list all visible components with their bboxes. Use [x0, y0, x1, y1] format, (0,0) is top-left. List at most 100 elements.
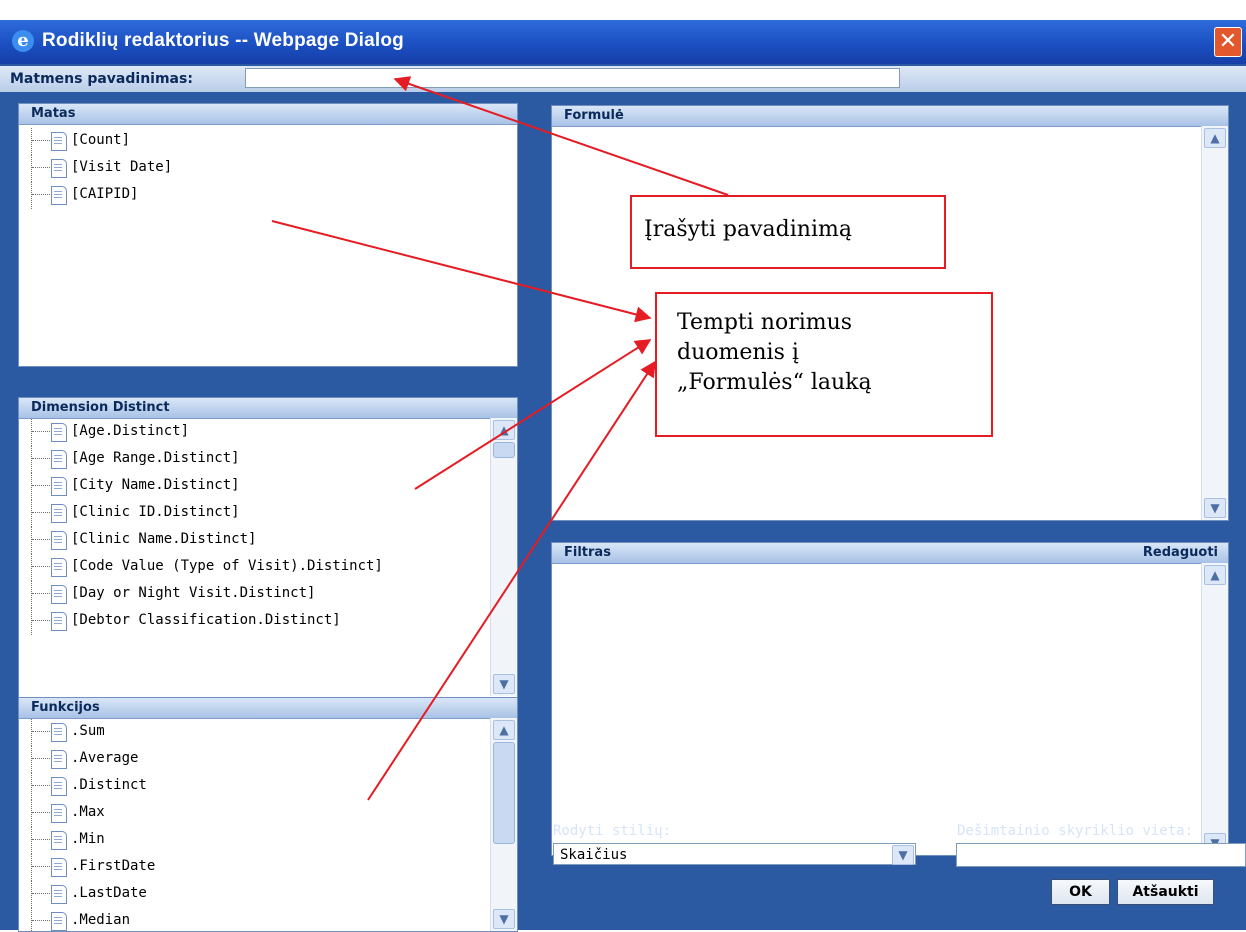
list-item-label: [Age.Distinct] [71, 423, 190, 439]
tree-connector [31, 500, 52, 527]
list-item[interactable]: [CAIPID] [31, 182, 487, 209]
document-icon [51, 612, 67, 631]
callout-drag-line2: duomenis į [677, 340, 799, 365]
list-item-label: .LastDate [71, 885, 147, 901]
ok-button[interactable]: OK [1051, 879, 1110, 905]
funkcijos-title: Funkcijos [31, 700, 100, 715]
style-select[interactable]: Skaičius ▼ [553, 843, 916, 865]
document-icon [51, 585, 67, 604]
list-item-label: [Visit Date] [71, 159, 173, 175]
name-input[interactable] [245, 68, 900, 88]
funkcijos-panel-header: Funkcijos [19, 698, 517, 719]
list-item[interactable]: [Age.Distinct] [31, 419, 487, 446]
tree-connector [31, 800, 52, 827]
chevron-down-icon[interactable]: ▼ [892, 845, 914, 865]
list-item-label: [CAIPID] [71, 186, 139, 202]
edit-filter-link[interactable]: Redaguoti [1143, 545, 1218, 561]
scroll-down-icon[interactable]: ▼ [1204, 498, 1226, 518]
tree-connector [31, 473, 52, 500]
tree-connector [31, 581, 52, 608]
matas-title: Matas [31, 106, 76, 121]
tree-connector [31, 908, 52, 931]
formule-vertical-scrollbar[interactable]: ▲ ▼ [1201, 126, 1228, 520]
list-item-label: .Median [71, 912, 131, 928]
list-item[interactable]: [Code Value (Type of Visit).Distinct] [31, 554, 487, 581]
list-item-label: [Clinic Name.Distinct] [71, 531, 257, 547]
document-icon [51, 858, 67, 877]
list-item-label: [Code Value (Type of Visit).Distinct] [71, 558, 383, 574]
close-button[interactable]: ✕ [1214, 27, 1242, 57]
decimal-input[interactable] [956, 843, 1246, 867]
list-item[interactable]: [Age Range.Distinct] [31, 446, 487, 473]
tree-connector [31, 827, 52, 854]
list-item[interactable]: [City Name.Distinct] [31, 473, 487, 500]
filter-textarea[interactable] [552, 564, 1202, 855]
tree-connector [31, 446, 52, 473]
list-item[interactable]: .Average [31, 746, 487, 773]
document-icon [51, 831, 67, 850]
tree-connector [31, 554, 52, 581]
scroll-up-icon[interactable]: ▲ [1204, 128, 1226, 148]
tree-connector [31, 155, 52, 182]
funkcijos-tree: .Sum .Average .Distinct .Max .Min .First… [31, 719, 487, 931]
callout-enter-name: Įrašyti pavadinimą [630, 195, 946, 269]
close-icon: ✕ [1218, 29, 1238, 54]
decimal-label: Dešimtainio skyriklio vieta: [957, 823, 1194, 839]
filtras-vertical-scrollbar[interactable]: ▲ ▼ [1201, 563, 1228, 855]
funkcijos-panel: Funkcijos .Sum .Average .Distinct .Max .… [18, 697, 518, 932]
tree-connector [31, 608, 52, 635]
dimension-vertical-scrollbar[interactable]: ▲ ▼ [490, 418, 517, 696]
list-item[interactable]: .FirstDate [31, 854, 487, 881]
filtras-title: Filtras [564, 545, 611, 560]
rodikliu-redaktorius-dialog: e Rodiklių redaktorius -- Webpage Dialog… [0, 0, 1246, 932]
style-label: Rodyti stilių: [553, 823, 672, 839]
list-item[interactable]: .Distinct [31, 773, 487, 800]
callout-enter-name-text: Įrašyti pavadinimą [644, 217, 852, 242]
list-item[interactable]: [Visit Date] [31, 155, 487, 182]
scroll-up-icon[interactable]: ▲ [493, 720, 515, 740]
scroll-down-icon[interactable]: ▼ [493, 909, 515, 929]
document-icon [51, 159, 67, 178]
document-icon [51, 804, 67, 823]
list-item[interactable]: .Max [31, 800, 487, 827]
cancel-button[interactable]: Atšaukti [1117, 879, 1214, 905]
list-item-label: [Count] [71, 132, 131, 148]
document-icon [51, 531, 67, 550]
list-item[interactable]: .LastDate [31, 881, 487, 908]
tree-connector [31, 773, 52, 800]
list-item[interactable]: .Min [31, 827, 487, 854]
list-item-label: .Average [71, 750, 139, 766]
title-bar[interactable]: e Rodiklių redaktorius -- Webpage Dialog… [0, 20, 1246, 64]
document-icon [51, 186, 67, 205]
scroll-up-icon[interactable]: ▲ [1204, 565, 1226, 585]
scroll-down-icon[interactable]: ▼ [493, 674, 515, 694]
list-item[interactable]: [Count] [31, 128, 487, 155]
list-item-label: [City Name.Distinct] [71, 477, 240, 493]
matas-panel-header: Matas [19, 104, 517, 125]
style-select-value: Skaičius [560, 847, 628, 863]
list-item-label: .Sum [71, 723, 105, 739]
dialog-body: Matmens pavadinimas: Matas [Count] [Visi… [0, 64, 1246, 932]
list-item[interactable]: .Sum [31, 719, 487, 746]
document-icon [51, 504, 67, 523]
scroll-thumb[interactable] [493, 442, 515, 458]
list-item-label: [Clinic ID.Distinct] [71, 504, 240, 520]
list-item[interactable]: [Debtor Classification.Distinct] [31, 608, 487, 635]
ie-icon: e [12, 30, 34, 52]
tree-connector [31, 881, 52, 908]
document-icon [51, 912, 67, 931]
dialog-title: Rodiklių redaktorius -- Webpage Dialog [42, 30, 404, 51]
scroll-thumb[interactable] [493, 742, 515, 844]
tree-connector [31, 182, 52, 209]
document-icon [51, 885, 67, 904]
tree-connector [31, 746, 52, 773]
scroll-up-icon[interactable]: ▲ [493, 420, 515, 440]
document-icon [51, 450, 67, 469]
dimension-title: Dimension Distinct [31, 400, 170, 415]
list-item[interactable]: [Clinic ID.Distinct] [31, 500, 487, 527]
matas-panel: Matas [Count] [Visit Date] [CAIPID] [18, 103, 518, 367]
list-item[interactable]: [Clinic Name.Distinct] [31, 527, 487, 554]
funkcijos-vertical-scrollbar[interactable]: ▲ ▼ [490, 718, 517, 931]
list-item[interactable]: [Day or Night Visit.Distinct] [31, 581, 487, 608]
list-item[interactable]: .Median [31, 908, 487, 931]
